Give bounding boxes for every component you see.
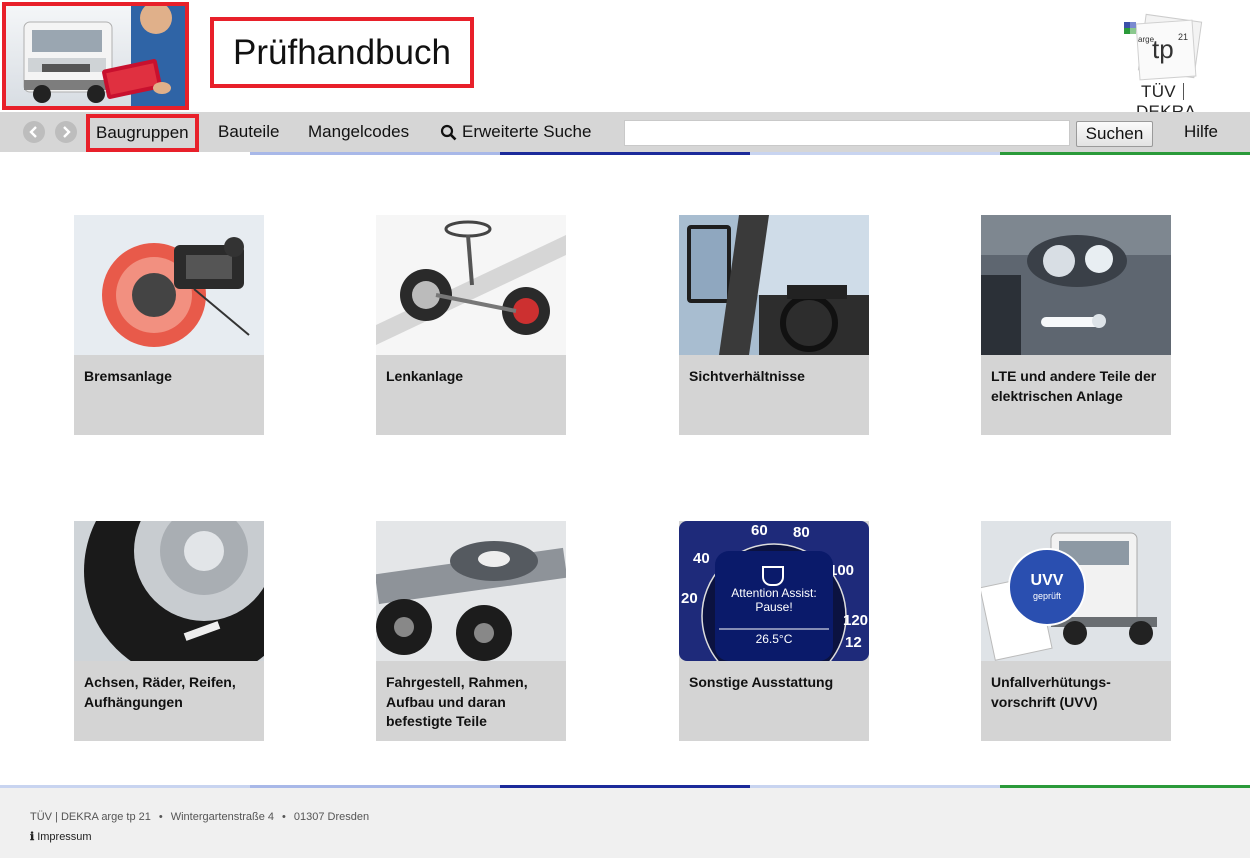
footer: TÜV | DEKRA arge tp 21 • Wintergartenstraß… (0, 788, 1250, 858)
brake-image (74, 215, 264, 355)
nav-help[interactable]: Hilfe (1184, 112, 1218, 152)
nav-mangelcodes[interactable]: Mangelcodes (308, 112, 409, 152)
mirror-dashboard-image (679, 215, 869, 355)
back-arrow-icon (29, 126, 37, 138)
steering-image (376, 215, 566, 355)
tile-label: Fahrgestell, Rahmen, Aufbau und daran be… (386, 674, 528, 729)
tile-bremsanlage[interactable]: Bremsanlage (74, 215, 264, 435)
forward-arrow-icon (63, 126, 71, 138)
uvv-badge-line1: UVV (1031, 572, 1064, 589)
tile-label: Bremsanlage (84, 368, 172, 384)
tile-label: Sonstige Ausstattung (689, 674, 834, 690)
tile-sichtverhaeltnisse[interactable]: Sichtverhältnisse (679, 215, 869, 435)
gauge-tick-40: 40 (693, 550, 710, 567)
tile-label: Achsen, Räder, Reifen, Aufhängungen (84, 674, 236, 710)
wheel-image (74, 521, 264, 661)
fifth-wheel-image (376, 521, 566, 661)
gauge-tick-60: 60 (751, 522, 768, 539)
truck-mechanic-icon (6, 6, 185, 106)
hero-image[interactable] (2, 2, 189, 110)
uvv-truck-image: UVV geprüft (981, 521, 1171, 661)
info-icon: ℹ (30, 831, 35, 843)
header: Prüfhandbuch arge tp 21 TÜVDEKRA (0, 0, 1250, 121)
nav-baugruppen[interactable]: Baugruppen (86, 114, 199, 152)
search-icon (440, 124, 457, 141)
gauge-temp: 26.5°C (756, 632, 793, 646)
gauge-tick-12: 12 (845, 634, 862, 651)
footer-street: Wintergartenstraße 4 (170, 811, 275, 823)
tile-label: Lenkanlage (386, 368, 464, 384)
tile-lenkanlage[interactable]: Lenkanlage (376, 215, 566, 435)
color-strip-top (0, 152, 1250, 155)
impressum-label: Impressum (37, 830, 92, 843)
advanced-search-label: Erweiterte Suche (462, 122, 592, 141)
gauge-tick-120: 120 (843, 612, 868, 629)
nav-bauteile[interactable]: Bauteile (218, 112, 279, 152)
tile-uvv[interactable]: UVV geprüft Unfallverhütungs-vorschrift … (981, 521, 1171, 741)
nav-advanced-search[interactable]: Erweiterte Suche (440, 112, 591, 152)
footer-address: TÜV | DEKRA arge tp 21 • Wintergartenstraß… (30, 811, 370, 823)
impressum-link[interactable]: ℹ Impressum (30, 830, 92, 844)
page-title-box: Prüfhandbuch (210, 17, 474, 88)
tile-fahrgestell[interactable]: Fahrgestell, Rahmen, Aufbau und daran be… (376, 521, 566, 741)
tile-sonstige-ausstattung[interactable]: 60 80 40 100 20 120 12 Attention Assist:… (679, 521, 869, 741)
logo-tp-text: tp (1152, 34, 1174, 64)
nav-bar: Baugruppen Bauteile Mangelcodes Erweiter… (0, 112, 1250, 152)
tile-label: Sichtverhältnisse (689, 368, 805, 384)
uvv-badge-line2: geprüft (1033, 591, 1062, 601)
brand-tuv: TÜV (1141, 82, 1176, 101)
gauge-line1: Attention Assist: (731, 586, 816, 600)
gauge-line2: Pause! (755, 600, 792, 614)
tile-lte-elektrik[interactable]: LTE und andere Teile der elektrischen An… (981, 215, 1171, 435)
tile-label: LTE und andere Teile der elektrischen An… (991, 368, 1157, 404)
footer-org: TÜV | DEKRA arge tp 21 (30, 811, 151, 823)
footer-city: 01307 Dresden (293, 811, 370, 823)
gauge-tick-80: 80 (793, 524, 810, 541)
forward-button[interactable] (55, 121, 77, 143)
page-title: Prüfhandbuch (233, 32, 451, 72)
tile-achsen-raeder[interactable]: Achsen, Räder, Reifen, Aufhängungen (74, 521, 264, 741)
search-button[interactable]: Suchen (1076, 121, 1153, 147)
speedometer-image: 60 80 40 100 20 120 12 Attention Assist:… (679, 521, 869, 661)
logo-sup-text: 21 (1178, 32, 1188, 42)
brand-separator (1182, 83, 1184, 100)
gauge-tick-20: 20 (681, 590, 698, 607)
headlight-image (981, 215, 1171, 355)
tile-label: Unfallverhütungs-vorschrift (UVV) (991, 674, 1111, 710)
search-input[interactable] (624, 120, 1070, 146)
back-button[interactable] (23, 121, 45, 143)
